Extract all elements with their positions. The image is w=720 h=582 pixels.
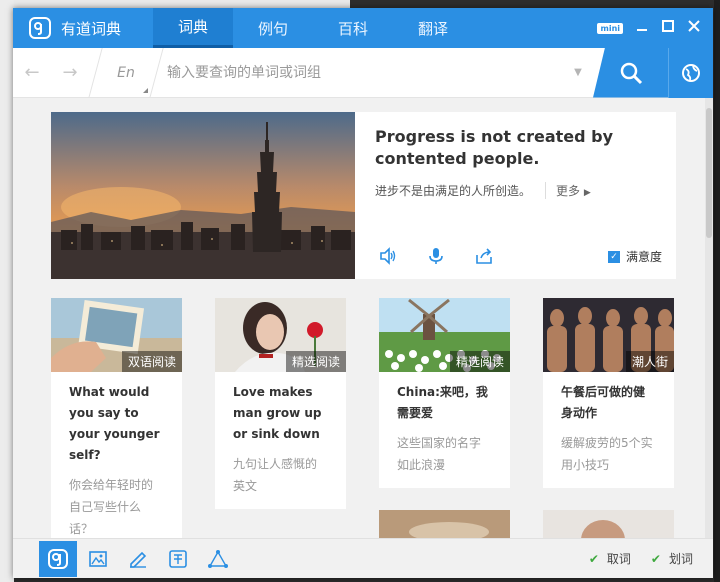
- card-tag: 精选阅读: [449, 351, 510, 372]
- search-icon: [620, 62, 642, 84]
- bottom-toolbar: ✔ 取词 ✔ 划词: [13, 538, 713, 578]
- maximize-icon[interactable]: [661, 20, 675, 36]
- tab-translate[interactable]: 翻译: [393, 8, 473, 48]
- pencil-icon: [130, 551, 147, 568]
- youdao-logo-icon: [48, 548, 68, 569]
- chevron-right-icon: ▶: [583, 188, 591, 198]
- card-image-windmill-tulips: 精选阅读: [379, 298, 510, 372]
- discover-button[interactable]: [199, 541, 237, 577]
- image-translate-button[interactable]: [79, 541, 117, 577]
- more-link[interactable]: 更多 ▶: [545, 182, 591, 199]
- back-arrow-icon[interactable]: ←: [13, 62, 51, 83]
- reading-card[interactable]: 精选阅读 China:来吧，我需要爱 这些国家的名字如此浪漫: [379, 298, 510, 488]
- checkmark-icon: ✔: [650, 551, 661, 566]
- card-title: Love makes man grow up or sink down: [233, 385, 322, 441]
- search-input[interactable]: [163, 57, 563, 88]
- microphone-icon[interactable]: [427, 247, 445, 265]
- minimize-icon[interactable]: [635, 20, 649, 36]
- translate-icon: [169, 549, 187, 568]
- desktop-background-left: [0, 0, 14, 582]
- capture-word-toggle[interactable]: ✔ 取词: [589, 550, 631, 567]
- window-controls: mini: [597, 8, 701, 48]
- daily-sentence-english[interactable]: Progress is not created by contented peo…: [375, 126, 656, 170]
- tab-encyclopedia[interactable]: 百科: [313, 8, 393, 48]
- card-image-partial: [379, 510, 510, 538]
- youdao-dictionary-window: 有道词典 词典 例句 百科 翻译 mini ← → En ▼: [13, 8, 713, 578]
- daily-text-panel: Progress is not created by contented peo…: [355, 112, 676, 279]
- language-corner-icon: [143, 87, 148, 93]
- daily-tools: [379, 247, 493, 265]
- terminal-background-right: [714, 0, 720, 582]
- card-tag: 双语阅读: [121, 351, 182, 372]
- card-subtitle: 缓解疲劳的5个实用小技巧: [561, 436, 653, 472]
- capture-word-label: 取词: [606, 552, 631, 566]
- web-search-button[interactable]: [668, 47, 713, 98]
- speaker-icon[interactable]: [379, 247, 397, 265]
- youdao-logo-icon: [29, 17, 51, 39]
- image-icon: [89, 550, 107, 567]
- language-selector[interactable]: En: [102, 64, 150, 93]
- search-bar: ← → En ▼: [13, 47, 713, 98]
- reading-card[interactable]: 精选阅读 Love makes man grow up or sink down…: [215, 298, 346, 509]
- app-name: 有道词典: [61, 19, 122, 38]
- card-title: China:来吧，我需要爱: [397, 385, 488, 420]
- divider: [88, 47, 103, 98]
- card-image-girl-rose: 精选阅读: [215, 298, 346, 372]
- globe-icon: [682, 63, 700, 82]
- close-icon[interactable]: [687, 20, 701, 36]
- card-image-fitness-men: 潮人街: [543, 298, 674, 372]
- wordbook-button[interactable]: [119, 541, 157, 577]
- card-tag: 精选阅读: [285, 351, 346, 372]
- mini-mode-button[interactable]: mini: [597, 22, 623, 34]
- daily-sentence-card: Progress is not created by contented peo…: [51, 112, 676, 279]
- history-dropdown-icon[interactable]: ▼: [563, 67, 593, 78]
- tab-examples[interactable]: 例句: [233, 8, 313, 48]
- divider: [149, 47, 164, 98]
- translate-button[interactable]: [159, 541, 197, 577]
- card-image-postcard: 双语阅读: [51, 298, 182, 372]
- card-title: 午餐后可做的健身动作: [561, 385, 646, 420]
- card-tag: 潮人街: [625, 351, 674, 372]
- title-bar[interactable]: 有道词典 词典 例句 百科 翻译 mini: [13, 8, 713, 48]
- select-word-toggle[interactable]: ✔ 划词: [651, 550, 693, 567]
- reading-card-partial[interactable]: [543, 510, 674, 538]
- reading-card-partial[interactable]: [379, 510, 510, 538]
- daily-sentence-chinese: 进步不是由满足的人所创造。: [375, 184, 532, 198]
- satisfaction-label: 满意度: [625, 250, 662, 264]
- card-title: What would you say to your younger self?: [69, 385, 160, 462]
- card-image-partial: [543, 510, 674, 538]
- reading-card[interactable]: 潮人街 午餐后可做的健身动作 缓解疲劳的5个实用小技巧: [543, 298, 674, 488]
- daily-image-taipei[interactable]: [51, 112, 355, 279]
- select-word-label: 划词: [668, 552, 693, 566]
- tab-dictionary[interactable]: 词典: [153, 8, 233, 48]
- scrollbar-thumb[interactable]: [706, 108, 712, 238]
- app-logo: 有道词典: [13, 17, 153, 39]
- card-subtitle: 九句让人感慨的英文: [233, 457, 318, 493]
- forward-arrow-icon[interactable]: →: [51, 62, 89, 83]
- share-icon[interactable]: [475, 247, 493, 265]
- checkbox-checked-icon[interactable]: ✓: [607, 250, 620, 263]
- language-label: En: [117, 64, 135, 81]
- triangle-cycle-icon: [208, 549, 228, 568]
- daily-sentence-row: 进步不是由满足的人所创造。 更多 ▶: [375, 182, 656, 199]
- main-content[interactable]: Progress is not created by contented peo…: [13, 98, 705, 538]
- search-button[interactable]: [593, 47, 668, 98]
- card-subtitle: 这些国家的名字如此浪漫: [397, 436, 482, 472]
- reading-card[interactable]: 双语阅读 What would you say to your younger …: [51, 298, 182, 538]
- dictionary-mode-button[interactable]: [39, 540, 77, 577]
- card-subtitle: 你会给年轻时的自己写些什么话？: [69, 478, 154, 536]
- checkmark-icon: ✔: [588, 551, 599, 566]
- satisfaction-checkbox[interactable]: ✓ 满意度: [607, 248, 662, 265]
- more-label: 更多: [556, 184, 581, 198]
